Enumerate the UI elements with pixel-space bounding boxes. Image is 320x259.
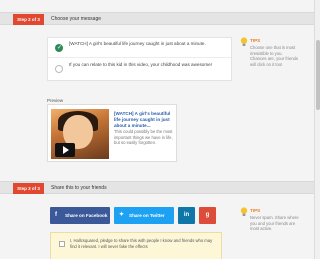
play-icon[interactable] xyxy=(55,143,75,157)
share-google-button[interactable]: g xyxy=(199,207,216,224)
tips-text: Never spam. Share where you and your fri… xyxy=(250,215,299,232)
twitter-icon: ✦ xyxy=(119,212,125,218)
message-options: [WATCH] A girl's beautiful life journey … xyxy=(47,37,232,81)
tips-label: TIPS xyxy=(250,38,261,43)
preview-label: Preview xyxy=(47,98,64,103)
preview-title[interactable]: [WATCH] A girl's beautiful life journey … xyxy=(114,111,176,129)
message-option-text: If you can relate to this kid in this vi… xyxy=(69,62,212,67)
step3-header: Step 3 of 3 Share this to your friends xyxy=(0,181,320,194)
step2-header: Step 2 of 3 Choose your message xyxy=(0,12,320,25)
radio-unselected-icon[interactable] xyxy=(55,65,63,73)
tips-label: TIPS xyxy=(250,208,261,213)
video-thumbnail[interactable] xyxy=(51,109,109,159)
scrollbar[interactable] xyxy=(314,0,320,259)
preview-card[interactable]: [WATCH] A girl's beautiful life journey … xyxy=(47,104,177,162)
share-facebook-button[interactable]: f Share on Facebook xyxy=(50,207,110,224)
step3-badge: Step 3 of 3 xyxy=(13,183,44,194)
lightbulb-icon xyxy=(240,207,248,216)
share-twitter-label: Share on Twitter xyxy=(129,213,165,218)
share-twitter-button[interactable]: ✦ Share on Twitter xyxy=(114,207,174,224)
facebook-icon: f xyxy=(55,212,57,218)
message-option-1[interactable]: [WATCH] A girl's beautiful life journey … xyxy=(48,38,231,58)
preview-description: This could possibly be the most importan… xyxy=(114,129,173,146)
lightbulb-icon xyxy=(240,37,248,46)
message-option-text: [WATCH] A girl's beautiful life journey … xyxy=(69,41,206,46)
pledge-box: I, Hallcsquared, pledge to share this wi… xyxy=(50,232,222,259)
step2-title: Choose your message xyxy=(51,16,102,22)
share-facebook-label: Share on Facebook xyxy=(65,213,108,218)
pledge-checkbox[interactable] xyxy=(59,241,65,247)
pledge-text: I, Hallcsquared, pledge to share this wi… xyxy=(70,238,213,249)
scrollbar-thumb[interactable] xyxy=(316,40,320,110)
radio-selected-icon[interactable] xyxy=(55,44,63,52)
linkedin-icon: in xyxy=(183,212,190,218)
tips-text: Choose one that is most irresistible to … xyxy=(250,45,298,67)
message-option-2[interactable]: If you can relate to this kid in this vi… xyxy=(48,59,231,79)
google-icon: g xyxy=(205,212,210,218)
step2-badge: Step 2 of 3 xyxy=(13,14,44,25)
step3-title: Share this to your friends xyxy=(51,185,107,191)
share-linkedin-button[interactable]: in xyxy=(178,207,195,224)
